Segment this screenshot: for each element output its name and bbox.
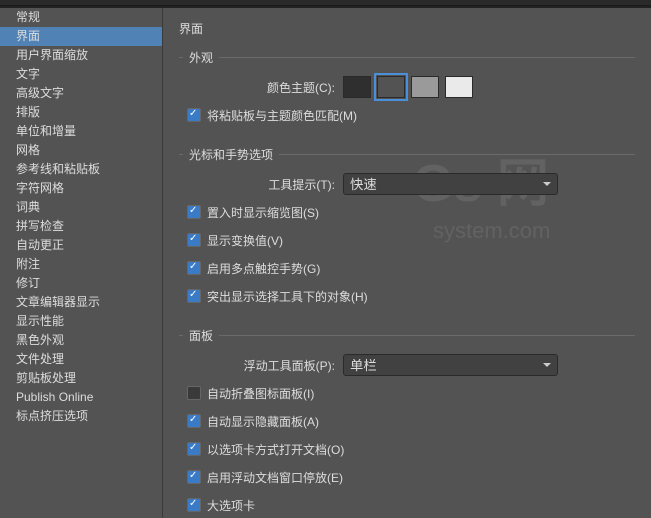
sidebar-item-black[interactable]: 黑色外观 xyxy=(0,331,162,350)
sidebar-item-interface[interactable]: 界面 xyxy=(0,27,162,46)
sidebar-item-storyeditor[interactable]: 文章编辑器显示 xyxy=(0,293,162,312)
color-theme-label: 颜色主题(C): xyxy=(183,79,343,96)
theme-swatch-light[interactable] xyxy=(445,76,473,98)
appearance-legend: 外观 xyxy=(183,49,219,66)
sidebar-item-notes[interactable]: 附注 xyxy=(0,255,162,274)
tooltip-label: 工具提示(T): xyxy=(183,176,343,193)
highlight-checkbox[interactable]: 突出显示选择工具下的对象(H) xyxy=(187,288,368,305)
multitouch-checkbox[interactable]: 启用多点触控手势(G) xyxy=(187,260,320,277)
cursor-group: 光标和手势选项 工具提示(T): 快速 置入时显示缩览图(S) 显示变换值(V)… xyxy=(179,146,635,317)
auto-show-checkbox[interactable]: 自动显示隐藏面板(A) xyxy=(187,413,319,430)
panels-group: 面板 浮动工具面板(P): 单栏 自动折叠图标面板(I) 自动显示隐藏面板(A)… xyxy=(179,327,635,518)
sidebar-item-display[interactable]: 显示性能 xyxy=(0,312,162,331)
sidebar-item-spelling[interactable]: 拼写检查 xyxy=(0,217,162,236)
sidebar-item-composition[interactable]: 排版 xyxy=(0,103,162,122)
page-title: 界面 xyxy=(179,20,635,37)
tab-docs-checkbox[interactable]: 以选项卡方式打开文档(O) xyxy=(187,441,344,458)
float-tools-label: 浮动工具面板(P): xyxy=(183,357,343,374)
auto-collapse-checkbox[interactable]: 自动折叠图标面板(I) xyxy=(187,385,314,402)
main-panel: Gs 网 system.com 界面 外观 颜色主题(C): 将粘贴板与主题颜色… xyxy=(163,8,651,518)
tooltip-select[interactable]: 快速 xyxy=(343,173,558,195)
float-tools-select[interactable]: 单栏 xyxy=(343,354,558,376)
sidebar-item-dictionary[interactable]: 词典 xyxy=(0,198,162,217)
sidebar-item-type[interactable]: 文字 xyxy=(0,65,162,84)
sidebar-item-chargrid[interactable]: 字符网格 xyxy=(0,179,162,198)
sidebar-item-guides[interactable]: 参考线和粘贴板 xyxy=(0,160,162,179)
sidebar-item-clipboard[interactable]: 剪贴板处理 xyxy=(0,369,162,388)
sidebar-item-publish[interactable]: Publish Online xyxy=(0,388,162,407)
theme-swatch-dark[interactable] xyxy=(377,76,405,98)
sidebar-item-advanced-type[interactable]: 高级文字 xyxy=(0,84,162,103)
cursor-legend: 光标和手势选项 xyxy=(183,146,279,163)
theme-swatch-darkest[interactable] xyxy=(343,76,371,98)
sidebar-item-autocorrect[interactable]: 自动更正 xyxy=(0,236,162,255)
match-pasteboard-checkbox[interactable]: 将粘贴板与主题颜色匹配(M) xyxy=(187,107,357,124)
sidebar-item-units[interactable]: 单位和增量 xyxy=(0,122,162,141)
float-dock-checkbox[interactable]: 启用浮动文档窗口停放(E) xyxy=(187,469,343,486)
place-thumb-checkbox[interactable]: 置入时显示缩览图(S) xyxy=(187,204,319,221)
big-tabs-checkbox[interactable]: 大选项卡 xyxy=(187,497,255,514)
sidebar-item-grids[interactable]: 网格 xyxy=(0,141,162,160)
theme-swatch-medium[interactable] xyxy=(411,76,439,98)
sidebar-item-ui-scaling[interactable]: 用户界面缩放 xyxy=(0,46,162,65)
sidebar-item-filehandling[interactable]: 文件处理 xyxy=(0,350,162,369)
show-values-checkbox[interactable]: 显示变换值(V) xyxy=(187,232,283,249)
sidebar-item-trackchanges[interactable]: 修订 xyxy=(0,274,162,293)
panels-legend: 面板 xyxy=(183,327,219,344)
sidebar: 常规 界面 用户界面缩放 文字 高级文字 排版 单位和增量 网格 参考线和粘贴板… xyxy=(0,8,163,518)
appearance-group: 外观 颜色主题(C): 将粘贴板与主题颜色匹配(M) xyxy=(179,49,635,136)
sidebar-item-punctuation[interactable]: 标点挤压选项 xyxy=(0,407,162,426)
sidebar-item-general[interactable]: 常规 xyxy=(0,8,162,27)
